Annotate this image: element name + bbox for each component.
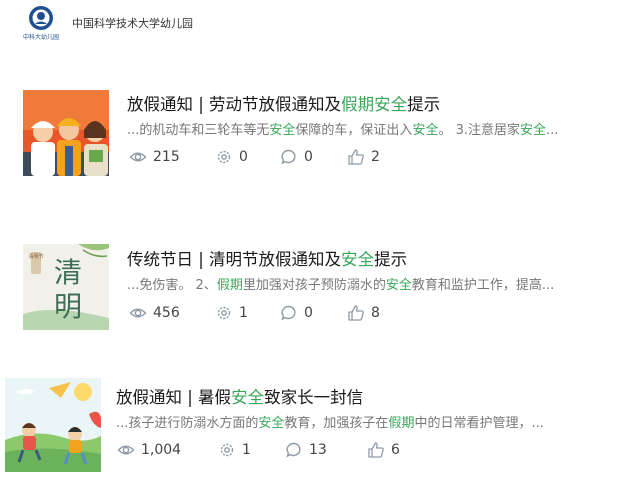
comment-icon: [281, 149, 296, 165]
qingming-char-2: 明: [54, 290, 82, 323]
thumbs-up-icon: [368, 442, 384, 458]
summer-kids-image: [5, 378, 101, 472]
eye-icon: [117, 445, 135, 455]
article-thumbnail[interactable]: 清明节 清 明: [23, 244, 109, 330]
article-thumbnail[interactable]: [5, 378, 101, 472]
share-count[interactable]: 1: [215, 302, 248, 324]
comment-count[interactable]: 13: [285, 439, 327, 461]
logo-text: 中科大幼儿园: [23, 33, 59, 41]
article-item[interactable]: 清明节 清 明 传统节日 | 清明节放假通知及安全提示 ...免伤害。 2、假期…: [0, 238, 640, 348]
gear-share-icon: [220, 443, 234, 457]
qingming-char-1: 清: [54, 256, 82, 289]
gear-share-icon: [217, 306, 231, 320]
header: 中科大幼儿园 中国科学技术大学幼儿园: [0, 0, 640, 50]
eye-icon: [129, 152, 147, 162]
article-title[interactable]: 放假通知 | 劳动节放假通知及假期安全提示: [127, 91, 440, 115]
labor-workers-image: [23, 90, 109, 176]
like-count[interactable]: 2: [347, 146, 380, 168]
gear-share-icon: [217, 150, 231, 164]
thumbs-up-icon: [348, 305, 364, 321]
share-count[interactable]: 1: [218, 439, 251, 461]
kindergarten-logo-icon[interactable]: 中科大幼儿园: [18, 4, 64, 42]
view-count: 1,004: [117, 439, 181, 461]
comment-count[interactable]: 0: [280, 146, 313, 168]
article-title[interactable]: 放假通知 | 暑假安全致家长一封信: [116, 384, 363, 408]
article-thumbnail[interactable]: [23, 90, 109, 176]
thumbs-up-icon: [348, 149, 364, 165]
article-snippet: ...免伤害。 2、假期里加强对孩子预防溺水的安全教育和监护工作，提高...: [127, 278, 555, 293]
view-count: 456: [129, 302, 180, 324]
eye-icon: [129, 308, 147, 318]
like-count[interactable]: 6: [367, 439, 400, 461]
article-title[interactable]: 传统节日 | 清明节放假通知及安全提示: [127, 246, 407, 270]
org-name: 中国科学技术大学幼儿园: [72, 17, 193, 30]
article-snippet: ...孩子进行防溺水方面的安全教育，加强孩子在假期中的日常看护管理，...: [116, 416, 544, 431]
share-count[interactable]: 0: [215, 146, 248, 168]
article-snippet: ...的机动车和三轮车等无安全保障的车，保证出入安全。 3.注意居家安全...: [127, 123, 559, 138]
article-item[interactable]: 放假通知 | 劳动节放假通知及假期安全提示 ...的机动车和三轮车等无安全保障的…: [0, 84, 640, 194]
svg-text:清明节: 清明节: [28, 253, 43, 260]
comment-count[interactable]: 0: [280, 302, 313, 324]
qingming-image: 清明节 清 明: [23, 244, 109, 330]
like-count[interactable]: 8: [347, 302, 380, 324]
view-count: 215: [129, 146, 180, 168]
comment-icon: [286, 442, 301, 458]
comment-icon: [281, 305, 296, 321]
article-item[interactable]: 放假通知 | 暑假安全致家长一封信 ...孩子进行防溺水方面的安全教育，加强孩子…: [0, 376, 640, 486]
